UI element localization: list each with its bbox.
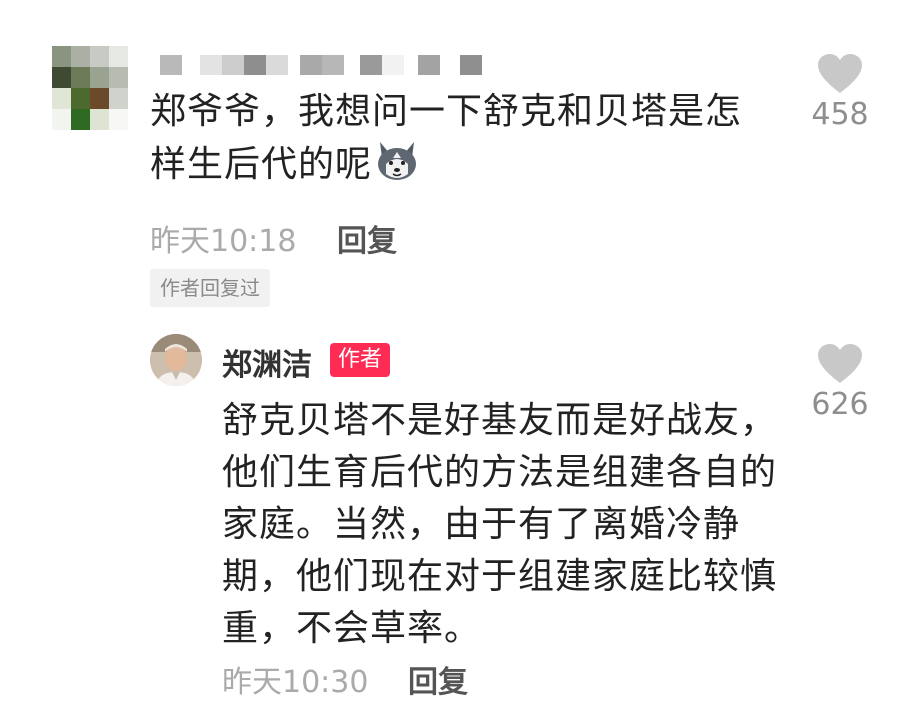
comment-like-button[interactable]: 458 — [795, 53, 885, 132]
reply-reply-button[interactable]: 回复 — [408, 657, 468, 701]
comment-reply-button[interactable]: 回复 — [337, 216, 397, 260]
reply-text-line: 舒克贝塔不是好基友而是好战友， — [222, 400, 778, 441]
reply-text-line: 重，不会草率。 — [222, 608, 482, 649]
comment-timestamp: 昨天10:18 — [150, 224, 297, 259]
commenter-avatar-pixelated[interactable] — [52, 46, 128, 130]
comment-like-count: 458 — [811, 97, 869, 132]
reply-like-count: 626 — [811, 387, 869, 422]
author-avatar[interactable] — [150, 334, 202, 386]
heart-icon[interactable] — [795, 343, 885, 385]
author-tag-badge: 作者 — [330, 343, 391, 377]
reply-text: 舒克贝塔不是好基友而是好战友， 他们生育后代的方法是组建各自的 家庭。当然，由于… — [222, 395, 777, 655]
reply-text-line: 家庭。当然，由于有了离婚冷静 — [222, 504, 741, 545]
comment-text-line: 样生后代的呢 — [150, 138, 742, 197]
reply-like-button[interactable]: 626 — [795, 343, 885, 422]
reply-text-line: 他们生育后代的方法是组建各自的 — [222, 452, 778, 493]
comment-text-line: 郑爷爷，我想问一下舒克和贝塔是怎 — [150, 91, 743, 132]
comment-text: 郑爷爷，我想问一下舒克和贝塔是怎 样生后代的呢 — [150, 86, 742, 197]
reply-author-name[interactable]: 郑渊洁 — [222, 340, 312, 384]
commenter-username-pixelated[interactable] — [160, 55, 490, 75]
husky-dog-emoji-icon — [374, 138, 420, 197]
heart-icon[interactable] — [795, 53, 885, 95]
reply-timestamp: 昨天10:30 — [222, 665, 369, 700]
reply-text-line: 期，他们现在对于组建家庭比较慎 — [222, 556, 778, 597]
author-replied-badge[interactable]: 作者回复过 — [150, 269, 270, 307]
